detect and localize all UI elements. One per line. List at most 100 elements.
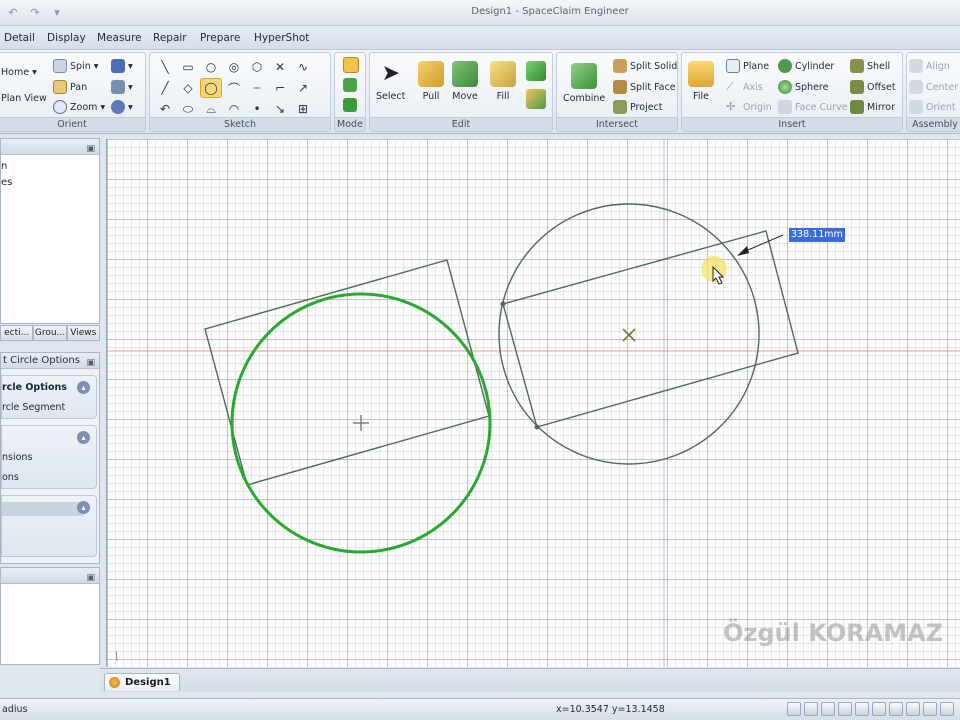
plan-view-button[interactable]: Plan View [1, 93, 47, 104]
vertex-point[interactable] [534, 424, 540, 430]
combine-button[interactable]: Combine [563, 63, 605, 104]
tab-measure[interactable]: Measure [97, 32, 142, 44]
ellipse-tool-icon[interactable]: ⬭ [177, 99, 199, 119]
tab-views[interactable]: Views [66, 325, 100, 341]
sketch-plane-icon[interactable]: ⊞ [292, 99, 314, 119]
lock-icon[interactable] [855, 702, 869, 716]
pin-icon[interactable]: ▣ [86, 570, 95, 586]
cylinder-button[interactable]: Cylinder [778, 59, 834, 73]
file-button[interactable]: File [688, 61, 714, 102]
dimensions-option[interactable]: nsions [2, 452, 32, 463]
sketch-spline-icon[interactable]: ∿ [292, 57, 314, 77]
pull-icon [418, 61, 444, 87]
sketch-rectangle-right[interactable] [502, 230, 799, 428]
window-icon[interactable] [889, 702, 903, 716]
vertex-point[interactable] [500, 301, 506, 307]
offset-curve-icon[interactable]: ↗ [292, 78, 314, 98]
orient-assembly-button[interactable]: Orient [909, 100, 956, 114]
properties-panel-header: ▣ [1, 568, 99, 584]
project-label: Project [630, 101, 663, 113]
collapse-icon[interactable]: ▴ [77, 501, 90, 514]
trim-tool-icon[interactable]: ✕ [269, 57, 291, 77]
settings-icon[interactable] [872, 702, 886, 716]
arc-tool-icon[interactable]: ⌒ [223, 78, 245, 98]
layers-icon[interactable] [906, 702, 920, 716]
rectangle-tool-icon[interactable]: ▭ [177, 57, 199, 77]
display-icon[interactable] [923, 702, 937, 716]
cylinder-icon [778, 59, 792, 73]
collapse-icon[interactable]: ▴ [77, 431, 90, 444]
design-canvas[interactable]: 338.11mm Özgül KORAMAZ ⌊ [106, 139, 960, 667]
tab-design1[interactable]: Design1 [104, 673, 180, 691]
three-point-arc-icon[interactable]: ◠ [223, 99, 245, 119]
tangent-arc-icon[interactable]: ⌓ [200, 99, 222, 119]
help-icon[interactable] [940, 702, 954, 716]
tree-item[interactable]: es [1, 177, 12, 188]
circle-segment-option[interactable]: rcle Segment [2, 402, 65, 413]
blend-icon[interactable] [526, 61, 546, 81]
view-icon[interactable] [821, 702, 835, 716]
align-button[interactable]: Align [909, 59, 950, 73]
circle-tool-icon[interactable]: ○ [200, 57, 222, 77]
three-point-rectangle-icon[interactable]: ◇ [177, 78, 199, 98]
line-tool-icon[interactable]: ╲ [154, 57, 176, 77]
tab-display[interactable]: Display [47, 32, 86, 44]
structure-panel: ▣ n es [0, 138, 100, 324]
zoom-button[interactable]: Zoom ▾ [53, 100, 105, 114]
view-cube-button[interactable]: ▾ [111, 59, 133, 73]
dimension-input[interactable]: 338.11mm [789, 228, 845, 242]
origin-button[interactable]: ✢ Origin [726, 100, 772, 114]
move-grid-icon[interactable]: ↘ [269, 99, 291, 119]
fill-button[interactable]: Fill [490, 61, 516, 102]
split-face-button[interactable]: Split Face [613, 80, 676, 94]
tree-item[interactable]: n [1, 161, 7, 172]
corner-tool-icon[interactable]: ⌐ [269, 78, 291, 98]
face-curve-button[interactable]: Face Curve [778, 100, 848, 114]
selected-row[interactable] [2, 502, 84, 516]
tab-groups[interactable]: Grou... [33, 325, 67, 341]
tab-hypershot[interactable]: HyperShot [254, 32, 309, 44]
sketch-mode-icon[interactable] [343, 57, 359, 73]
spin-button[interactable]: Spin ▾ [53, 59, 99, 73]
tangent-line-icon[interactable]: ╱ [154, 78, 176, 98]
replace-icon[interactable] [526, 89, 546, 109]
point-tool-icon[interactable]: • [246, 99, 268, 119]
display-style-button[interactable]: ▾ [111, 80, 133, 94]
pan-button[interactable]: Pan [53, 80, 87, 94]
mirror-button[interactable]: Mirror [850, 100, 895, 114]
polygon-tool-icon[interactable]: ⬡ [246, 57, 268, 77]
axis-button[interactable]: ⟋ Axis [726, 80, 763, 94]
sweep-arc-icon[interactable]: ↶ [154, 99, 176, 119]
grid-icon[interactable] [838, 702, 852, 716]
collapse-icon[interactable]: ▴ [77, 381, 90, 394]
pin-icon[interactable]: ▣ [86, 141, 95, 157]
shell-button[interactable]: Shell [850, 59, 890, 73]
tab-prepare[interactable]: Prepare [200, 32, 240, 44]
face-curve-icon [778, 100, 792, 114]
snap-icon[interactable] [804, 702, 818, 716]
pull-button[interactable]: Pull [418, 61, 444, 102]
move-button[interactable]: Move [452, 61, 478, 102]
tab-detail[interactable]: Detail [4, 32, 35, 44]
section-mode-icon[interactable] [343, 78, 357, 92]
tab-repair[interactable]: Repair [153, 32, 187, 44]
home-button[interactable]: Home ▾ [1, 67, 37, 78]
sphere-button[interactable]: Sphere [778, 80, 828, 94]
offset-button[interactable]: Offset [850, 80, 896, 94]
project-button[interactable]: Project [613, 100, 663, 114]
construction-line-icon[interactable]: ┄ [246, 78, 268, 98]
selection-filter-icon[interactable] [787, 702, 801, 716]
3d-mode-icon[interactable] [343, 98, 357, 112]
pin-icon[interactable]: ▣ [86, 355, 95, 371]
select-button[interactable]: ➤ Select [376, 61, 405, 102]
three-point-circle-icon[interactable]: ◯ [200, 78, 222, 98]
split-solid-button[interactable]: Split Solid [613, 59, 677, 73]
options-option[interactable]: ons [2, 472, 19, 483]
tab-selection[interactable]: ecti... [0, 325, 34, 341]
snap-view-button[interactable]: ▾ [111, 100, 133, 114]
plane-button[interactable]: Plane [726, 59, 769, 73]
orient-group: Home ▾ Plan View Spin ▾ Pan Zoom ▾ ▾ ▾ ▾ Or… [0, 52, 146, 132]
snap-icon [111, 100, 125, 114]
circle-point-tool-icon[interactable]: ◎ [223, 57, 245, 77]
center-button[interactable]: Center [909, 80, 958, 94]
